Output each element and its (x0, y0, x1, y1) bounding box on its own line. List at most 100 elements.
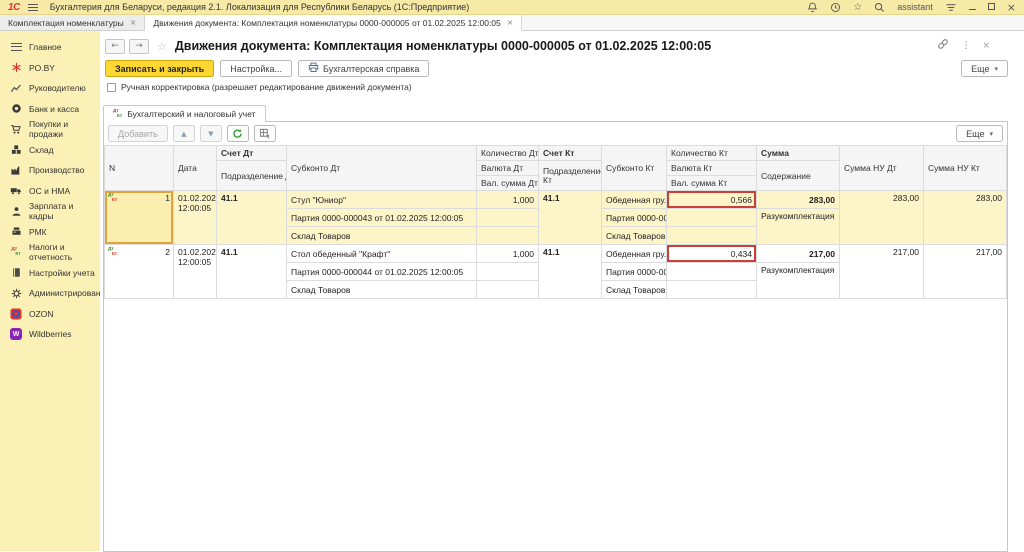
add-button[interactable]: Добавить (108, 125, 168, 142)
form-more-button[interactable]: Еще ▾ (961, 60, 1008, 77)
qty-dt-cell[interactable]: 1,000 (477, 245, 539, 263)
form-toolbar: Записать и закрыть Настройка... Бухгалте… (100, 59, 1024, 80)
sum-nu-kt-cell[interactable]: 217,00 (924, 245, 1007, 299)
user-name[interactable]: assistant (897, 2, 933, 12)
1c-logo: 1С (8, 2, 20, 13)
sidebar-item-ozon[interactable]: OZON (0, 304, 100, 325)
qty-dt-cell[interactable]: 1,000 (477, 191, 539, 209)
minimize-button[interactable] (969, 2, 976, 12)
qty-dt-cell[interactable] (477, 209, 539, 227)
sidebar-item-nalogi[interactable]: ДтКт Налоги и отчетность (0, 242, 100, 263)
subconto-kt-cell[interactable]: Склад Товаров (602, 281, 667, 299)
sidebar-item-sklad[interactable]: Склад (0, 140, 100, 161)
sidebar-label: ОС и НМА (29, 186, 70, 196)
sidebar-item-administrirovanie[interactable]: Администрирование (0, 283, 100, 304)
sidebar-item-os-nma[interactable]: ОС и НМА (0, 181, 100, 202)
qty-kt-cell[interactable]: 0,434 (667, 245, 757, 263)
favorite-star-icon[interactable]: ☆ (157, 40, 167, 53)
row-number-cell[interactable]: ДтКт 1 (105, 191, 174, 245)
acct-dt-cell[interactable]: 41.1 (217, 191, 287, 245)
more-dots-icon[interactable]: ⋮ (961, 41, 970, 51)
move-up-button[interactable]: ▲ (173, 125, 195, 142)
qty-kt-cell[interactable] (667, 209, 757, 227)
table-row[interactable]: ДтКт 2 01.02.20212:00:05 41.1 Стол обеде… (105, 245, 1007, 263)
content-cell[interactable]: Разукомплектация (757, 209, 840, 245)
forward-button[interactable]: → (129, 39, 149, 54)
tab-komplektaciya[interactable]: Комплектация номенклатуры × (0, 15, 145, 30)
qty-kt-cell[interactable] (667, 281, 757, 299)
sidebar-item-wildberries[interactable]: W Wildberries (0, 324, 100, 345)
printer-icon (308, 62, 319, 75)
row-number-cell[interactable]: ДтКт 2 (105, 245, 174, 299)
history-icon[interactable] (830, 2, 841, 13)
notifications-bell-icon[interactable] (807, 2, 818, 13)
save-and-close-button[interactable]: Записать и закрыть (105, 60, 214, 77)
sum-cell[interactable]: 217,00 (757, 245, 840, 263)
subconto-dt-cell[interactable]: Партия 0000-000044 от 01.02.2025 12:00:0… (287, 263, 477, 281)
subconto-kt-cell[interactable]: Склад Товаров (602, 227, 667, 245)
tab-close-icon[interactable]: × (130, 18, 137, 27)
move-down-button[interactable]: ▼ (200, 125, 222, 142)
qty-kt-cell[interactable]: 0,566 (667, 191, 757, 209)
close-form-icon[interactable]: × (982, 41, 990, 51)
close-window-button[interactable]: × (1007, 3, 1016, 12)
subconto-dt-cell[interactable]: Партия 0000-000043 от 01.02.2025 12:00:0… (287, 209, 477, 227)
table-row[interactable]: ДтКт 1 01.02.20212:00:05 41.1 Стул "Юнио… (105, 191, 1007, 209)
subconto-kt-cell[interactable]: Обеденная гру... (602, 191, 667, 209)
date-cell[interactable]: 01.02.20212:00:05 (174, 245, 217, 299)
favorites-star-icon[interactable]: ☆ (853, 2, 862, 13)
qty-kt-cell[interactable] (667, 263, 757, 281)
button-label: Еще (966, 129, 984, 139)
subconto-kt-cell[interactable]: Партия 0000-00... (602, 209, 667, 227)
movements-table: N Дата Счет Дт Субконто Дт Количество Дт… (104, 145, 1007, 299)
sidebar-item-rmk[interactable]: РМК (0, 222, 100, 243)
subconto-dt-cell[interactable]: Стул "Юниор" (287, 191, 477, 209)
qty-dt-cell[interactable] (477, 227, 539, 245)
sidebar-item-rukovoditelyu[interactable]: Руководителю (0, 78, 100, 99)
qty-kt-cell[interactable] (667, 227, 757, 245)
sidebar-item-bank-kassa[interactable]: Банк и касса (0, 99, 100, 120)
wildberries-logo-icon: W (10, 328, 22, 340)
qty-dt-cell[interactable] (477, 263, 539, 281)
content-cell[interactable]: Разукомплектация (757, 263, 840, 299)
sum-cell[interactable]: 283,00 (757, 191, 840, 209)
grid-more-button[interactable]: Еще ▾ (956, 125, 1003, 142)
acct-kt-cell[interactable]: 41.1 (539, 245, 602, 299)
sidebar-item-proizvodstvo[interactable]: Производство (0, 160, 100, 181)
tab-dvizheniya-dokumenta[interactable]: Движения документа: Комплектация номенкл… (145, 15, 522, 31)
service-menu-icon[interactable] (945, 2, 957, 13)
subconto-dt-cell[interactable]: Склад Товаров (287, 227, 477, 245)
sidebar-item-poby[interactable]: PO.BY (0, 58, 100, 79)
manual-correction-checkbox[interactable] (107, 83, 116, 92)
main-menu-icon[interactable] (28, 4, 38, 11)
sidebar-item-glavnoe[interactable]: Главное (0, 37, 100, 58)
tab-accounting-tax[interactable]: ДтКт Бухгалтерский и налоговый учет (103, 105, 266, 122)
search-icon[interactable] (874, 2, 885, 13)
col-content: Содержание (757, 161, 840, 191)
sum-nu-dt-cell[interactable]: 283,00 (840, 191, 924, 245)
sidebar-item-pokupki-prodazhi[interactable]: Покупки и продажи (0, 119, 100, 140)
subconto-dt-cell[interactable]: Склад Товаров (287, 281, 477, 299)
back-button[interactable]: ← (105, 39, 125, 54)
settings-button[interactable]: Настройка... (220, 60, 292, 77)
sidebar-item-zarplata-kadry[interactable]: Зарплата и кадры (0, 201, 100, 222)
subconto-kt-cell[interactable]: Партия 0000-00... (602, 263, 667, 281)
date-cell[interactable]: 01.02.20212:00:05 (174, 191, 217, 245)
sum-nu-kt-cell[interactable]: 283,00 (924, 191, 1007, 245)
restore-button[interactable] (988, 3, 995, 12)
tab-close-icon[interactable]: × (507, 18, 514, 27)
col-subdiv-dt: Подразделение Дт (217, 161, 287, 191)
tab-label: Комплектация номенклатуры (8, 18, 124, 28)
get-link-icon[interactable] (937, 37, 949, 55)
subconto-dt-cell[interactable]: Стол обеденный "Крафт" (287, 245, 477, 263)
grid-settings-button[interactable] (254, 125, 276, 142)
refresh-button[interactable] (227, 125, 249, 142)
qty-dt-cell[interactable] (477, 281, 539, 299)
cash-register-icon (10, 226, 22, 238)
acct-kt-cell[interactable]: 41.1 (539, 191, 602, 245)
acct-dt-cell[interactable]: 41.1 (217, 245, 287, 299)
sidebar-item-nastroiki-ucheta[interactable]: Настройки учета (0, 263, 100, 284)
sum-nu-dt-cell[interactable]: 217,00 (840, 245, 924, 299)
subconto-kt-cell[interactable]: Обеденная гру... (602, 245, 667, 263)
accounting-note-button[interactable]: Бухгалтерская справка (298, 60, 429, 77)
